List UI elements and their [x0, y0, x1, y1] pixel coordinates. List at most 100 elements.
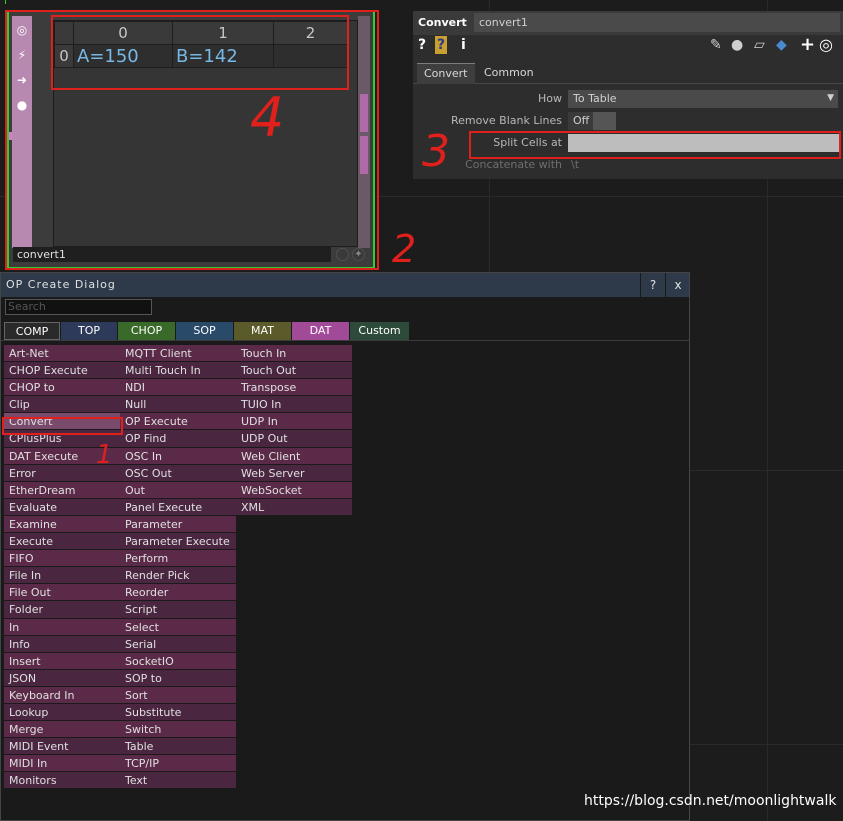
op-item-render-pick[interactable]: Render Pick: [120, 567, 236, 585]
family-tab-sop[interactable]: SOP: [176, 322, 233, 340]
op-item-substitute[interactable]: Substitute: [120, 703, 236, 722]
help-icon[interactable]: ?: [418, 36, 426, 54]
op-item-text[interactable]: Text: [120, 772, 236, 790]
op-item-perform[interactable]: Perform: [120, 550, 236, 568]
op-item-ndi[interactable]: NDI: [120, 379, 236, 397]
clipboard-icon[interactable]: ▱: [754, 36, 765, 54]
op-item-socketio[interactable]: SocketIO: [120, 652, 236, 670]
op-name-field[interactable]: convert1: [474, 13, 840, 32]
annotation-box-3: [469, 131, 841, 159]
op-item-art-net[interactable]: Art-Net: [4, 345, 120, 363]
op-item-tuio-in[interactable]: TUIO In: [236, 396, 352, 414]
op-item-select[interactable]: Select: [120, 618, 236, 636]
op-item-clip[interactable]: Clip: [4, 396, 120, 414]
op-item-osc-out[interactable]: OSC Out: [120, 464, 236, 482]
family-tab-chop[interactable]: CHOP: [118, 322, 175, 340]
op-item-monitors[interactable]: Monitors: [4, 772, 120, 790]
op-item-switch[interactable]: Switch: [120, 721, 236, 739]
op-item-merge[interactable]: Merge: [4, 721, 120, 739]
op-item-chop-execute[interactable]: CHOP Execute: [4, 362, 120, 380]
op-item-xml[interactable]: XML: [236, 498, 352, 516]
dialog-close-button[interactable]: x: [665, 273, 690, 297]
op-column: Art-Net CHOP Execute CHOP to Clip Convert CPl…: [4, 345, 120, 790]
op-item-file-in[interactable]: File In: [4, 567, 120, 585]
parameter-toolbar: ? ? i ✎ ● ▱ ◆ + ◎: [413, 35, 843, 57]
op-item-serial[interactable]: Serial: [120, 635, 236, 653]
op-item-transpose[interactable]: Transpose: [236, 379, 352, 397]
family-tab-dat[interactable]: DAT: [292, 322, 349, 340]
op-item-udp-out[interactable]: UDP Out: [236, 430, 352, 448]
op-item-multi-touch-in[interactable]: Multi Touch In: [120, 362, 236, 380]
op-item-panel-execute[interactable]: Panel Execute: [120, 498, 236, 516]
dialog-titlebar: OP Create Dialog ? x: [1, 273, 689, 297]
node-wire-corner: [0, 0, 6, 4]
op-item-in[interactable]: In: [4, 618, 120, 636]
family-tab-mat[interactable]: MAT: [234, 322, 291, 340]
dialog-help-button[interactable]: ?: [640, 273, 665, 297]
search-input[interactable]: Search: [5, 299, 152, 315]
annotation-number: 4: [250, 86, 285, 149]
watermark: https://blog.csdn.net/moonlightwalk: [584, 793, 837, 809]
op-item-parameter[interactable]: Parameter: [120, 515, 236, 534]
how-menu[interactable]: To Table ▼: [568, 90, 838, 108]
op-item-examine[interactable]: Examine: [4, 515, 120, 534]
target-icon[interactable]: ◎: [819, 36, 833, 54]
op-item-json[interactable]: JSON: [4, 669, 120, 687]
annotation-number: 2: [392, 227, 417, 271]
op-item-midi-in[interactable]: MIDI In: [4, 755, 120, 773]
python-help-icon[interactable]: ?: [435, 36, 448, 54]
comment-icon[interactable]: ●: [731, 36, 743, 54]
op-item-web-client[interactable]: Web Client: [236, 447, 352, 465]
remove-blank-lines-toggle[interactable]: Off: [568, 112, 616, 130]
op-item-folder[interactable]: Folder: [4, 601, 120, 619]
op-item-null[interactable]: Null: [120, 396, 236, 414]
how-value: To Table: [573, 92, 617, 105]
op-create-dialog: OP Create Dialog ? x Search COMP TOP CHOP S…: [0, 272, 690, 821]
op-item-chop-to[interactable]: CHOP to: [4, 379, 120, 397]
tab-convert[interactable]: Convert: [417, 63, 475, 84]
annotation-number: 3: [422, 126, 450, 177]
op-item-midi-event[interactable]: MIDI Event: [4, 738, 120, 756]
pencil-icon[interactable]: ✎: [710, 36, 722, 54]
op-item-udp-in[interactable]: UDP In: [236, 413, 352, 431]
op-item-execute[interactable]: Execute: [4, 533, 120, 551]
op-item-out[interactable]: Out: [120, 481, 236, 499]
op-item-tcp-ip[interactable]: TCP/IP: [120, 755, 236, 773]
op-item-etherdream[interactable]: EtherDream: [4, 481, 120, 499]
add-icon[interactable]: +: [800, 36, 815, 54]
op-item-parameter-execute[interactable]: Parameter Execute: [120, 533, 236, 551]
family-tab-top[interactable]: TOP: [61, 322, 117, 340]
family-tab-comp[interactable]: COMP: [4, 322, 60, 340]
info-icon[interactable]: i: [461, 36, 466, 54]
op-item-web-server[interactable]: Web Server: [236, 464, 352, 482]
tab-common[interactable]: Common: [477, 63, 541, 83]
op-item-touch-out[interactable]: Touch Out: [236, 362, 352, 380]
toggle-switch: [593, 112, 616, 130]
dialog-title: OP Create Dialog: [6, 278, 116, 291]
op-item-op-find[interactable]: OP Find: [120, 430, 236, 448]
op-item-info[interactable]: Info: [4, 635, 120, 653]
op-item-insert[interactable]: Insert: [4, 652, 120, 670]
op-item-osc-in[interactable]: OSC In: [120, 447, 236, 465]
op-item-websocket[interactable]: WebSocket: [236, 481, 352, 499]
op-item-touch-in[interactable]: Touch In: [236, 345, 352, 363]
op-item-sop-to[interactable]: SOP to: [120, 669, 236, 687]
op-item-keyboard-in[interactable]: Keyboard In: [4, 686, 120, 704]
annotation-box-1: [2, 417, 123, 435]
python-icon[interactable]: ◆: [776, 36, 787, 54]
family-tab-custom[interactable]: Custom: [350, 322, 409, 340]
parameter-header: Convert convert1: [413, 11, 843, 35]
op-item-table[interactable]: Table: [120, 738, 236, 756]
op-item-mqtt-client[interactable]: MQTT Client: [120, 345, 236, 363]
concatenate-label: Concatenate with: [465, 158, 562, 171]
op-item-evaluate[interactable]: Evaluate: [4, 498, 120, 516]
op-item-lookup[interactable]: Lookup: [4, 703, 120, 722]
op-item-file-out[interactable]: File Out: [4, 584, 120, 602]
op-item-sort[interactable]: Sort: [120, 686, 236, 704]
op-item-op-execute[interactable]: OP Execute: [120, 413, 236, 431]
op-item-script[interactable]: Script: [120, 601, 236, 619]
op-item-reorder[interactable]: Reorder: [120, 584, 236, 602]
op-item-fifo[interactable]: FIFO: [4, 550, 120, 568]
op-column: Touch In Touch Out Transpose TUIO In UDP In U…: [236, 345, 352, 516]
annotation-number: 1: [96, 440, 113, 470]
